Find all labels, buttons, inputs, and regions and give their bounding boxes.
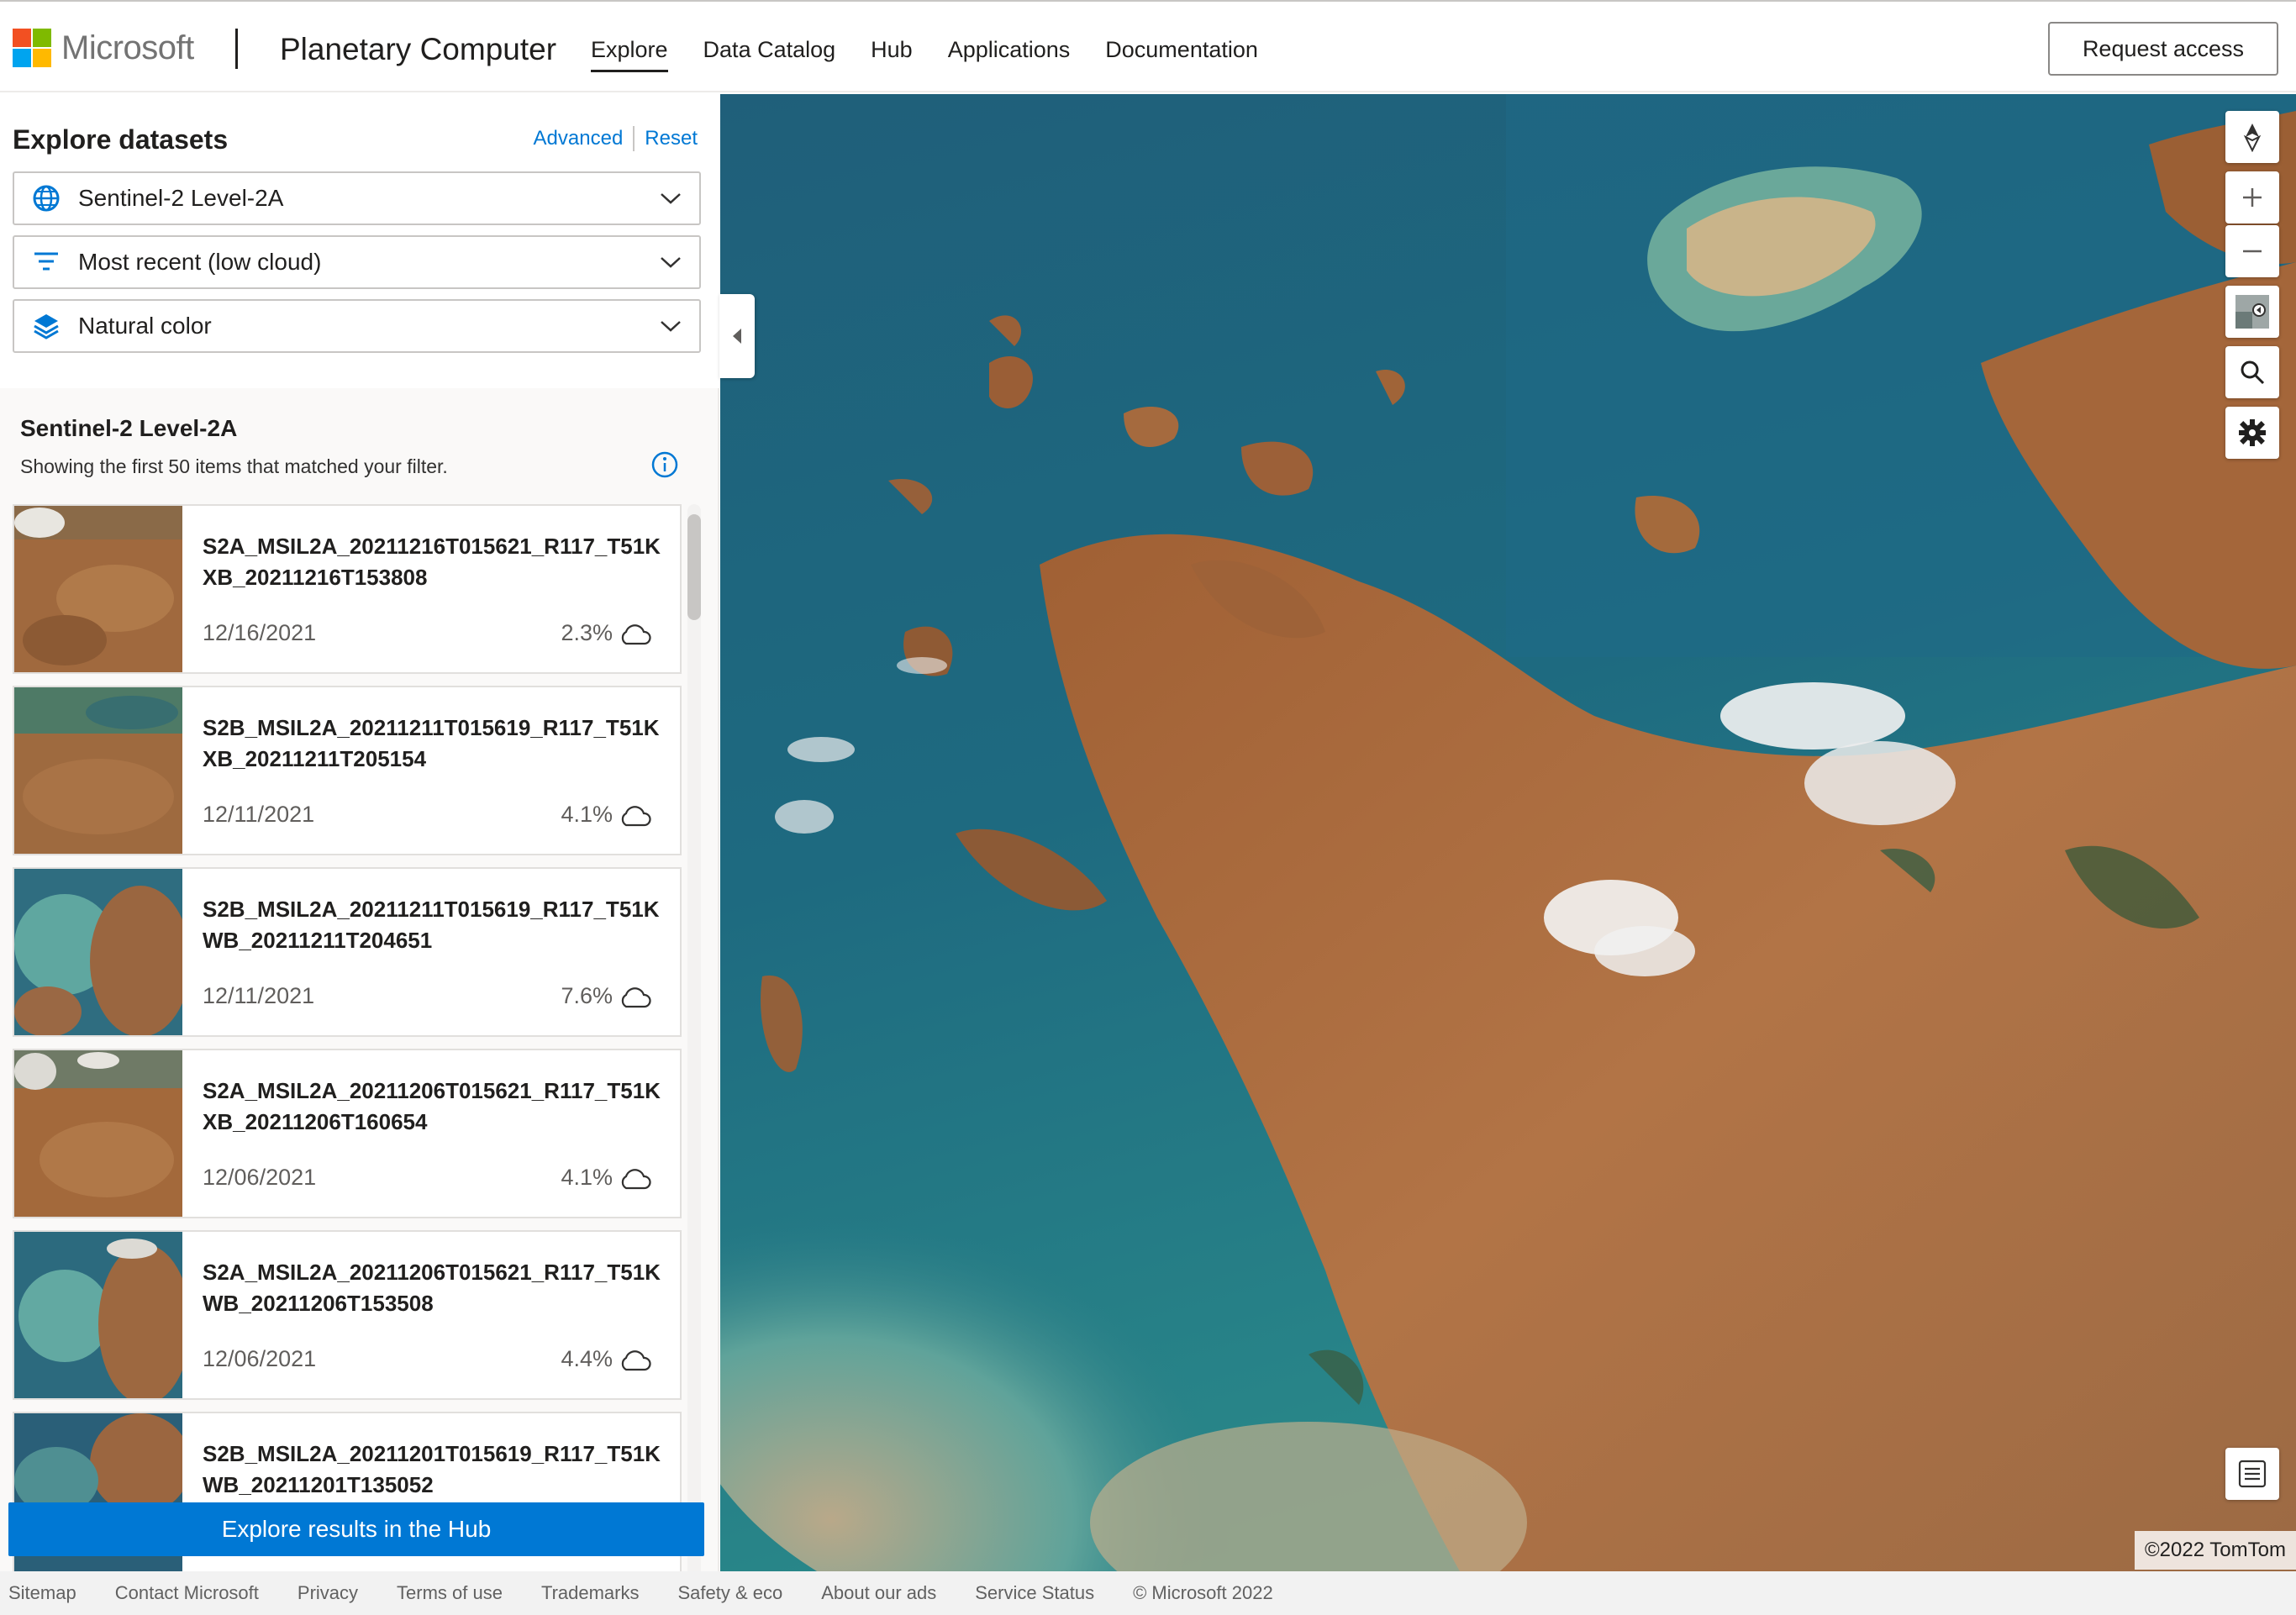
panel-links: Advanced Reset	[534, 126, 698, 151]
map-style-icon	[2235, 295, 2269, 329]
footer-terms[interactable]: Terms of use	[397, 1582, 503, 1604]
link-separator	[633, 126, 635, 151]
compass-button[interactable]	[2225, 111, 2279, 163]
satellite-imagery	[720, 94, 2296, 1571]
footer-sitemap[interactable]: Sitemap	[8, 1582, 76, 1604]
globe-icon	[29, 181, 63, 215]
item-id: S2A_MSIL2A_20211216T015621_R117_T51KXB_2…	[203, 534, 661, 590]
dataset-selector-section: Explore datasets Advanced Reset Sentinel…	[0, 94, 719, 388]
item-thumbnail	[14, 869, 182, 1035]
item-id: S2A_MSIL2A_20211206T015621_R117_T51KXB_2…	[203, 1078, 661, 1134]
results-title: Sentinel-2 Level-2A	[20, 415, 238, 441]
item-date: 12/11/2021	[203, 983, 315, 1008]
zoom-in-button[interactable]	[2225, 171, 2279, 224]
info-icon[interactable]	[650, 450, 679, 479]
footer-safety[interactable]: Safety & eco	[678, 1582, 783, 1604]
list-item[interactable]: S2A_MSIL2A_20211206T015621_R117_T51KXB_2…	[13, 1049, 682, 1218]
footer-trademarks[interactable]: Trademarks	[541, 1582, 640, 1604]
map-settings-button[interactable]	[2225, 407, 2279, 459]
reset-link[interactable]: Reset	[645, 127, 698, 150]
footer: Sitemap Contact Microsoft Privacy Terms …	[0, 1571, 2296, 1615]
results-scrollbar[interactable]	[687, 504, 701, 1580]
gear-icon	[2239, 419, 2266, 446]
footer-ads[interactable]: About our ads	[821, 1582, 936, 1604]
request-access-button[interactable]: Request access	[2048, 22, 2278, 76]
filter-dropdown-label: Most recent (low cloud)	[78, 249, 322, 275]
explore-panel: Explore datasets Advanced Reset Sentinel…	[0, 94, 719, 1580]
dataset-dropdown[interactable]: Sentinel-2 Level-2A	[13, 171, 701, 225]
item-thumbnail	[14, 1050, 182, 1217]
list-item[interactable]: S2A_MSIL2A_20211206T015621_R117_T51KWB_2…	[13, 1230, 682, 1400]
cloud-icon	[621, 987, 651, 1008]
rendering-dropdown[interactable]: Natural color	[13, 299, 701, 353]
list-item[interactable]: S2B_MSIL2A_20211211T015619_R117_T51KXB_2…	[13, 686, 682, 855]
footer-contact[interactable]: Contact Microsoft	[115, 1582, 259, 1604]
item-date: 12/11/2021	[203, 802, 315, 827]
nav-documentation[interactable]: Documentation	[1105, 37, 1258, 72]
map-canvas[interactable]: ©2022 TomTom	[720, 94, 2296, 1571]
nav-data-catalog[interactable]: Data Catalog	[703, 37, 836, 72]
list-item[interactable]: S2B_MSIL2A_20211211T015619_R117_T51KWB_2…	[13, 867, 682, 1037]
nav-hub[interactable]: Hub	[871, 37, 913, 72]
microsoft-logo-icon	[13, 29, 51, 67]
footer-privacy[interactable]: Privacy	[298, 1582, 358, 1604]
chevron-left-icon	[733, 329, 741, 344]
results-list: S2A_MSIL2A_20211216T015621_R117_T51KXB_2…	[13, 504, 682, 1580]
map-style-button[interactable]	[2225, 286, 2279, 338]
item-cloud-cover: 4.1%	[561, 802, 613, 827]
footer-service-status[interactable]: Service Status	[975, 1582, 1094, 1604]
nav-explore[interactable]: Explore	[591, 37, 668, 72]
brand-title[interactable]: Planetary Computer	[280, 32, 556, 67]
compass-icon	[2243, 124, 2262, 152]
filter-icon	[29, 245, 63, 279]
filter-dropdown[interactable]: Most recent (low cloud)	[13, 235, 701, 289]
chevron-down-icon	[654, 309, 687, 343]
rendering-dropdown-label: Natural color	[78, 313, 212, 339]
legend-button[interactable]	[2225, 1448, 2279, 1500]
item-id: S2A_MSIL2A_20211206T015621_R117_T51KWB_2…	[203, 1260, 661, 1316]
microsoft-logo[interactable]: Microsoft	[13, 29, 194, 67]
layers-icon	[29, 309, 63, 343]
nav-applications[interactable]: Applications	[948, 37, 1071, 72]
item-date: 12/16/2021	[203, 620, 317, 645]
search-icon	[2241, 360, 2265, 385]
item-id: S2B_MSIL2A_20211211T015619_R117_T51KXB_2…	[203, 715, 660, 771]
cloud-icon	[621, 624, 651, 645]
main-nav: Explore Data Catalog Hub Applications Do…	[591, 37, 1258, 72]
item-id: S2B_MSIL2A_20211211T015619_R117_T51KWB_2…	[203, 897, 660, 953]
list-item[interactable]: S2A_MSIL2A_20211216T015621_R117_T51KXB_2…	[13, 504, 682, 674]
microsoft-wordmark: Microsoft	[61, 29, 194, 66]
explore-hub-button[interactable]: Explore results in the Hub	[8, 1502, 704, 1556]
list-icon	[2238, 1460, 2267, 1488]
chevron-down-icon	[654, 245, 687, 279]
chevron-down-icon	[654, 181, 687, 215]
item-cloud-cover: 4.4%	[561, 1346, 613, 1371]
top-header: Microsoft Planetary Computer Explore Dat…	[0, 0, 2296, 92]
explore-title: Explore datasets	[13, 124, 229, 155]
item-cloud-cover: 7.6%	[561, 983, 613, 1008]
footer-copyright: © Microsoft 2022	[1133, 1582, 1273, 1603]
item-id: S2B_MSIL2A_20211201T015619_R117_T51KWB_2…	[203, 1441, 661, 1497]
zoom-out-button[interactable]	[2225, 225, 2279, 277]
advanced-link[interactable]: Advanced	[534, 127, 624, 150]
minus-icon	[2243, 250, 2262, 253]
header-divider	[235, 29, 238, 69]
item-thumbnail	[14, 1232, 182, 1398]
dataset-dropdown-label: Sentinel-2 Level-2A	[78, 185, 284, 211]
cloud-icon	[621, 1169, 651, 1190]
item-thumbnail	[14, 506, 182, 672]
collapse-panel-button[interactable]	[719, 294, 755, 378]
item-thumbnail	[14, 687, 182, 854]
item-cloud-cover: 2.3%	[561, 620, 613, 645]
item-date: 12/06/2021	[203, 1346, 317, 1371]
item-cloud-cover: 4.1%	[561, 1165, 613, 1190]
scrollbar-thumb[interactable]	[687, 514, 701, 620]
map-search-button[interactable]	[2225, 346, 2279, 398]
item-date: 12/06/2021	[203, 1165, 317, 1190]
results-subtitle: Showing the first 50 items that matched …	[20, 455, 448, 477]
cloud-icon	[621, 1350, 651, 1371]
cloud-icon	[621, 806, 651, 827]
map-copyright: ©2022 TomTom	[2135, 1531, 2296, 1570]
plus-icon	[2243, 188, 2262, 207]
